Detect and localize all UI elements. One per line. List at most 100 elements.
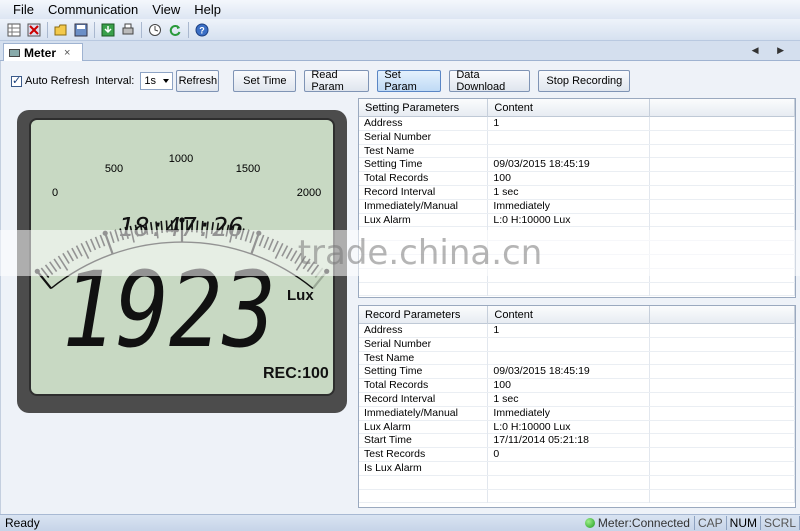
parameter-name-cell: Serial Number <box>359 337 489 351</box>
menu-help[interactable]: Help <box>187 2 228 17</box>
empty-cell <box>650 282 795 296</box>
table-row[interactable]: Total Records 100 <box>359 172 795 186</box>
connection-led-icon <box>584 518 595 528</box>
scale-label-2000: 2000 <box>297 187 321 199</box>
connection-status: Meter:Connected <box>584 516 695 530</box>
table-row[interactable]: Record Interval 1 sec <box>359 392 795 407</box>
tab-meter[interactable]: Meter × <box>3 43 83 62</box>
parameter-name-cell: Serial Number <box>359 130 489 144</box>
close-icon[interactable]: × <box>64 47 70 59</box>
parameter-value-cell: 09/03/2015 18:45:19 <box>488 158 650 172</box>
chevron-down-icon <box>163 79 170 83</box>
parameter-name-cell: Test Name <box>359 144 489 158</box>
clock-icon[interactable] <box>147 22 163 38</box>
stop-recording-button[interactable]: Stop Recording <box>538 70 631 92</box>
menu-file[interactable]: File <box>6 2 41 17</box>
table-row[interactable]: Is Lux Alarm <box>359 461 795 476</box>
refresh-icon[interactable] <box>167 22 183 38</box>
scale-label-1500: 1500 <box>236 163 260 175</box>
empty-cell <box>488 489 650 503</box>
meter-icon <box>9 49 20 57</box>
grid-header: Setting Parameters Content <box>359 99 795 117</box>
parameter-name-cell: Lux Alarm <box>359 213 489 227</box>
parameter-value-cell: 1 <box>488 324 650 337</box>
read-param-button[interactable]: Read Param <box>304 69 370 93</box>
table-row[interactable]: Record Interval 1 sec <box>359 185 795 200</box>
empty-cell <box>650 489 795 503</box>
empty-cell <box>650 144 795 158</box>
table-row[interactable]: Address 1 <box>359 117 795 131</box>
print-icon[interactable] <box>120 22 136 38</box>
toolbar-separator <box>141 21 142 38</box>
empty-cell <box>650 117 795 130</box>
empty-cell <box>650 379 795 393</box>
column-header-content[interactable]: Content <box>488 99 650 117</box>
table-row-empty <box>359 282 795 297</box>
meter-view: Auto Refresh Interval: 1s Refresh Set Ti… <box>0 61 800 514</box>
tab-scroll-arrows[interactable]: ◀ ▶ <box>752 45 792 56</box>
status-ready: Ready <box>5 516 40 530</box>
parameter-value-cell <box>488 337 650 351</box>
download-icon[interactable] <box>100 22 116 38</box>
grid-header: Record Parameters Content <box>359 306 795 324</box>
control-bar: Auto Refresh Interval: 1s Refresh Set Ti… <box>11 69 631 93</box>
column-header-blank[interactable] <box>650 99 795 117</box>
parameter-value-cell <box>488 130 650 144</box>
menu-view[interactable]: View <box>145 2 187 17</box>
record-rows: Address 1 Serial Number Test Name Setting Ti… <box>359 324 795 504</box>
table-row[interactable]: Setting Time 09/03/2015 18:45:19 <box>359 158 795 173</box>
table-row[interactable]: Immediately/Manual Immediately <box>359 199 795 214</box>
grid-icon[interactable] <box>6 22 22 38</box>
empty-cell <box>359 489 489 503</box>
table-row[interactable]: Setting Time 09/03/2015 18:45:19 <box>359 365 795 380</box>
empty-cell <box>650 351 795 365</box>
watermark-text: trade.china.cn <box>297 233 543 273</box>
column-header-parameter[interactable]: Record Parameters <box>359 306 489 324</box>
parameter-value-cell: 17/11/2014 05:21:18 <box>488 434 650 448</box>
table-row[interactable]: Test Name <box>359 351 795 366</box>
parameter-name-cell: Setting Time <box>359 365 489 379</box>
parameter-value-cell <box>488 461 650 475</box>
table-row[interactable]: Total Records 100 <box>359 379 795 393</box>
column-header-blank[interactable] <box>650 306 795 324</box>
empty-cell <box>650 434 795 448</box>
table-row[interactable]: Start Time 17/11/2014 05:21:18 <box>359 434 795 449</box>
disconnect-icon[interactable] <box>26 22 42 38</box>
set-time-button[interactable]: Set Time <box>233 70 297 92</box>
menu-communication[interactable]: Communication <box>41 2 145 17</box>
parameter-value-cell: L:0 H:10000 Lux <box>488 420 650 434</box>
table-row[interactable]: Address 1 <box>359 324 795 338</box>
parameter-name-cell: Is Lux Alarm <box>359 461 489 475</box>
toolbar-separator <box>188 21 189 38</box>
table-row[interactable]: Immediately/Manual Immediately <box>359 406 795 421</box>
set-param-button[interactable]: Set Param <box>377 69 442 93</box>
column-header-content[interactable]: Content <box>488 306 650 324</box>
save-icon[interactable] <box>73 22 89 38</box>
parameter-name-cell: Total Records <box>359 172 489 186</box>
empty-cell <box>650 448 795 462</box>
data-download-button[interactable]: Data Download <box>449 69 531 93</box>
auto-refresh-checkbox[interactable] <box>11 74 22 87</box>
table-row[interactable]: Lux Alarm L:0 H:10000 Lux <box>359 420 795 435</box>
empty-cell <box>650 213 795 227</box>
parameter-name-cell: Immediately/Manual <box>359 199 489 213</box>
help-icon[interactable]: ? <box>194 22 210 38</box>
table-row[interactable]: Lux Alarm L:0 H:10000 Lux <box>359 213 795 228</box>
empty-cell <box>488 282 650 296</box>
table-row[interactable]: Serial Number <box>359 130 795 145</box>
interval-select[interactable]: 1s <box>140 72 174 90</box>
scale-label-500: 500 <box>105 163 123 175</box>
status-bar: Ready Meter:Connected CAP NUM SCRL <box>0 514 800 531</box>
column-header-parameter[interactable]: Setting Parameters <box>359 99 489 117</box>
table-row[interactable]: Test Records 0 <box>359 448 795 462</box>
parameter-name-cell: Test Records <box>359 448 489 462</box>
empty-cell <box>650 158 795 172</box>
record-parameters-grid[interactable]: Record Parameters Content Address 1 Serial… <box>358 305 796 508</box>
parameter-value-cell <box>488 144 650 158</box>
refresh-button[interactable]: Refresh <box>176 70 220 92</box>
open-folder-icon[interactable] <box>53 22 69 38</box>
table-row[interactable]: Test Name <box>359 144 795 159</box>
table-row[interactable]: Serial Number <box>359 337 795 352</box>
empty-cell <box>650 461 795 475</box>
parameter-name-cell: Lux Alarm <box>359 420 489 434</box>
